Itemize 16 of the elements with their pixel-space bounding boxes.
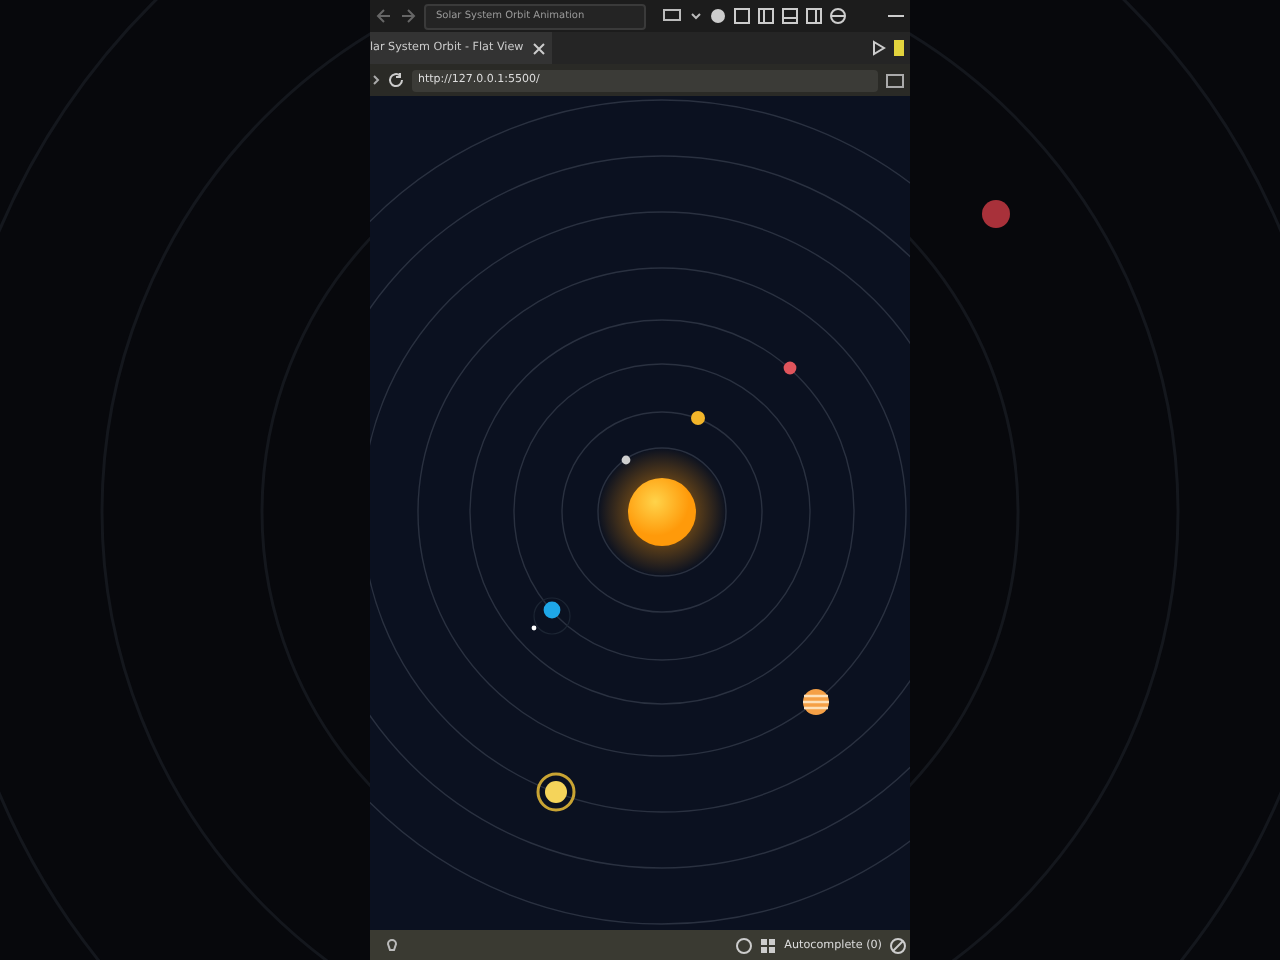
panel-icon[interactable] <box>782 8 798 24</box>
reload-icon[interactable] <box>388 72 404 88</box>
toolbar-icon[interactable] <box>710 8 726 24</box>
forward-arrow-icon[interactable] <box>400 8 416 24</box>
minimize-icon[interactable] <box>888 14 904 18</box>
play-icon[interactable] <box>872 40 886 56</box>
panel-icon[interactable] <box>758 8 774 24</box>
globe-icon[interactable] <box>830 8 846 24</box>
bulb-icon[interactable] <box>386 937 398 953</box>
blocked-icon[interactable] <box>890 937 906 953</box>
panel-icon[interactable] <box>806 8 822 24</box>
back-arrow-icon[interactable] <box>376 8 392 24</box>
chevron-down-icon[interactable] <box>690 10 702 22</box>
reader-icon[interactable] <box>886 73 904 87</box>
chevron-right-icon[interactable] <box>372 74 380 86</box>
close-icon[interactable] <box>531 41 546 55</box>
